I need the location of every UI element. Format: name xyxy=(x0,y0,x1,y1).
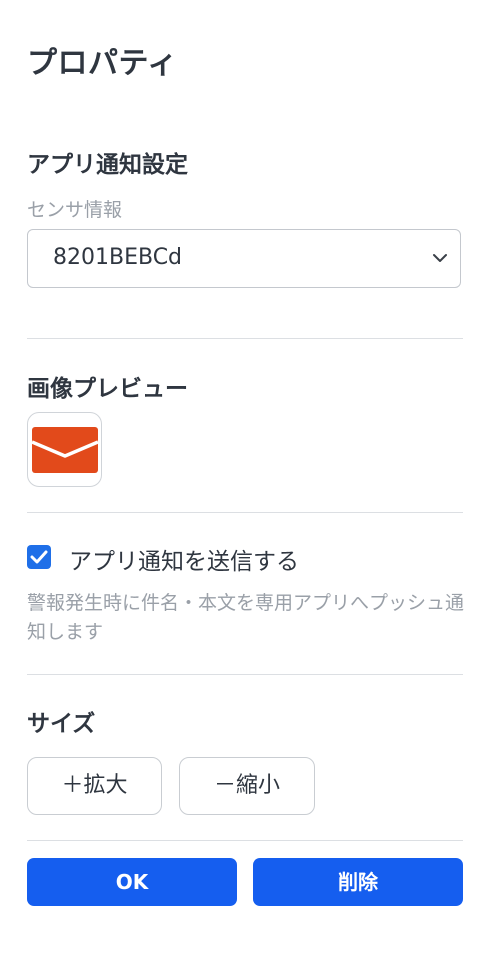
sensor-select-value: 8201BEBCd xyxy=(53,245,183,270)
sensor-select[interactable]: 8201BEBCd xyxy=(27,229,461,288)
enlarge-button[interactable]: ＋拡大 xyxy=(27,757,162,815)
delete-button[interactable]: 削除 xyxy=(253,858,463,906)
image-preview[interactable] xyxy=(27,412,102,487)
send-notification-help: 警報発生時に件名・本文を専用アプリへプッシュ通知します xyxy=(27,592,465,643)
sensor-info-label: センサ情報 xyxy=(27,199,123,221)
image-preview-heading: 画像プレビュー xyxy=(27,376,188,402)
section-divider xyxy=(27,674,463,675)
size-heading: サイズ xyxy=(27,711,96,737)
ok-button[interactable]: OK xyxy=(27,858,237,906)
send-notification-row[interactable]: アプリ通知を送信する xyxy=(27,542,463,575)
checkmark-icon xyxy=(30,550,48,564)
send-notification-checkbox[interactable] xyxy=(27,545,51,569)
chevron-down-icon xyxy=(431,249,449,267)
section-divider xyxy=(27,338,463,339)
section-divider xyxy=(27,840,463,841)
section-divider xyxy=(27,512,463,513)
panel-title: プロパティ xyxy=(27,46,178,81)
send-notification-label: アプリ通知を送信する xyxy=(69,549,299,575)
notification-settings-heading: アプリ通知設定 xyxy=(27,152,188,178)
mail-envelope-icon xyxy=(32,427,98,473)
shrink-button[interactable]: －縮小 xyxy=(179,757,315,815)
